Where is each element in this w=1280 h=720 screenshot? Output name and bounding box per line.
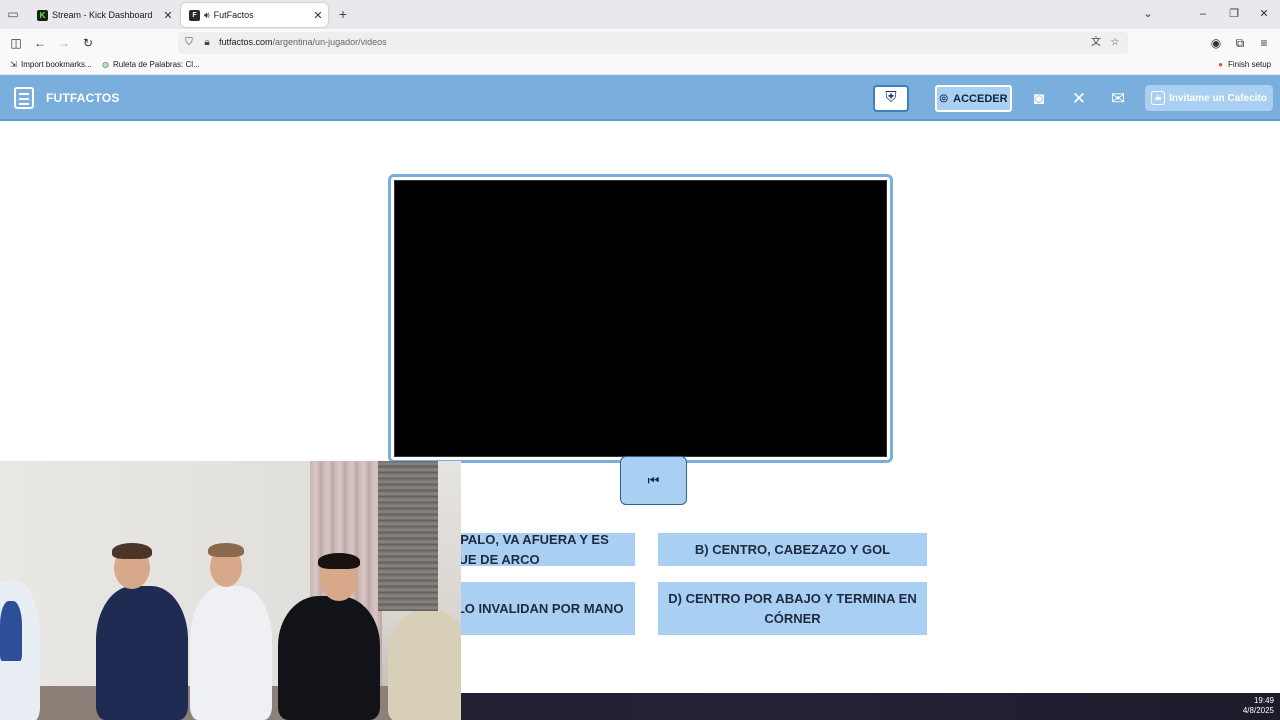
x-twitter-icon[interactable]: ✕ (1068, 88, 1090, 110)
answer-option-d[interactable]: D) CENTRO POR ABAJO Y TERMINA EN CÓRNER (658, 582, 927, 635)
login-button[interactable]: ◎ ACCEDER (935, 85, 1012, 112)
tab-title: FutFactos (213, 10, 254, 20)
cafecito-button[interactable]: ☕︎ Invitame un Cafecito (1145, 85, 1273, 111)
tab-list-icon[interactable]: ▭ (6, 8, 20, 21)
site-logo-text[interactable]: FUTFACTOS (46, 91, 120, 105)
restore-icon[interactable]: ❐ (1224, 6, 1244, 22)
kick-favicon-icon: K (37, 9, 48, 21)
answer-text: B) CENTRO, CABEZAZO Y GOL (694, 541, 891, 557)
extensions-icon[interactable]: ⧉ (1232, 35, 1248, 51)
login-label: ACCEDER (953, 92, 1008, 105)
bookmark-label: Ruleta de Palabras: Cl... (113, 60, 200, 69)
answer-option-b[interactable]: B) CENTRO, CABEZAZO Y GOL (658, 533, 927, 566)
user-icon: ◎ (939, 93, 949, 104)
reload-icon[interactable]: ↻ (80, 35, 96, 51)
url-path: /argentina/un-jugador/videos (272, 37, 387, 47)
menu-hamburger-icon[interactable]: ≡ (1256, 35, 1272, 51)
system-clock[interactable]: 19:49 4/8/2025 (1243, 696, 1274, 716)
bookmark-label: Import bookmarks... (21, 60, 92, 69)
webcam-person (96, 586, 188, 720)
account-icon[interactable]: ◉ (1208, 35, 1224, 51)
clock-date: 4/8/2025 (1242, 706, 1274, 715)
bookmark-ruleta[interactable]: ◍ Ruleta de Palabras: Cl... (101, 60, 200, 69)
clock-time: 19:49 (1253, 696, 1274, 705)
tab-kick-dashboard[interactable]: K Stream - Kick Dashboard ✕ (29, 3, 178, 27)
bookmark-star-icon[interactable]: ☆ (1108, 35, 1122, 51)
back-arrow-icon[interactable]: ← (32, 35, 48, 51)
webcam-person (388, 611, 461, 720)
webcam-person-hair (112, 543, 152, 559)
webcam-overlay (0, 461, 461, 720)
video-player-frame (388, 174, 893, 463)
email-icon[interactable]: ✉ (1107, 88, 1129, 110)
skip-back-icon: ⏮ (647, 473, 660, 488)
site-header: FUTFACTOS ⛨ ◎ ACCEDER ◙ ✕ ✉ ☕︎ Invitame … (0, 75, 1280, 121)
futfactos-logo-icon[interactable] (14, 87, 34, 109)
answer-text: D) CENTRO POR ABAJO Y TERMINA EN CÓRNER (668, 590, 917, 626)
browser-nav-bar: ◫ ← → ↻ ⛉ 🔒︎ futfactos.com/argentina/un-… (0, 29, 1280, 57)
webcam-window-blind (378, 461, 438, 611)
sidebar-toggle-icon[interactable]: ◫ (8, 35, 24, 51)
bookmarks-bar: ⇲ Import bookmarks... ◍ Ruleta de Palabr… (0, 57, 1280, 75)
futfactos-favicon-icon: F (189, 9, 200, 21)
webcam-person-sleeve (0, 601, 22, 661)
tab-overflow-chevron-down-icon[interactable]: ⌄ (1138, 6, 1158, 22)
webcam-person-hair (318, 553, 360, 569)
minimize-icon[interactable]: – (1193, 6, 1213, 22)
close-tab-icon[interactable]: ✕ (160, 9, 176, 22)
tab-title: Stream - Kick Dashboard (52, 10, 153, 20)
webcam-person-hair (208, 543, 244, 557)
instagram-icon[interactable]: ◙ (1028, 88, 1050, 110)
webcam-person (278, 596, 380, 720)
browser-tab-bar: ▭ K Stream - Kick Dashboard ✕ F 🔊︎ FutFa… (0, 0, 1280, 29)
firefox-icon: ● (1218, 60, 1223, 69)
import-icon: ⇲ (10, 60, 17, 69)
finish-setup-label: Finish setup (1228, 60, 1272, 69)
bookmark-import[interactable]: ⇲ Import bookmarks... (9, 60, 92, 69)
finish-setup-link[interactable]: ● Finish setup (1216, 60, 1271, 69)
url-host: futfactos.com (219, 37, 273, 47)
cafecito-label: Invitame un Cafecito (1169, 92, 1267, 104)
translate-icon[interactable]: ⽂ (1089, 35, 1103, 51)
coffee-cup-icon: ☕︎ (1151, 91, 1166, 105)
new-tab-plus-icon[interactable]: + (336, 7, 350, 21)
globe-icon: ◍ (102, 60, 109, 69)
close-window-icon[interactable]: ✕ (1254, 6, 1274, 22)
webcam-person (190, 586, 272, 720)
url-text[interactable]: futfactos.com/argentina/un-jugador/video… (219, 37, 387, 47)
tab-futfactos[interactable]: F 🔊︎ FutFactos ✕ (181, 3, 328, 27)
forward-arrow-icon[interactable]: → (56, 35, 72, 51)
lock-icon[interactable]: 🔒︎ (200, 35, 214, 51)
close-tab-icon[interactable]: ✕ (310, 9, 326, 22)
replay-button[interactable]: ⏮ (620, 456, 687, 505)
shield-badge-icon[interactable]: ⛨ (873, 85, 909, 112)
video-player[interactable] (394, 180, 887, 457)
shield-icon[interactable]: ⛉ (182, 35, 196, 51)
speaker-icon[interactable]: 🔊︎ (204, 10, 210, 21)
address-bar[interactable]: ⛉ 🔒︎ futfactos.com/argentina/un-jugador/… (178, 32, 1128, 54)
